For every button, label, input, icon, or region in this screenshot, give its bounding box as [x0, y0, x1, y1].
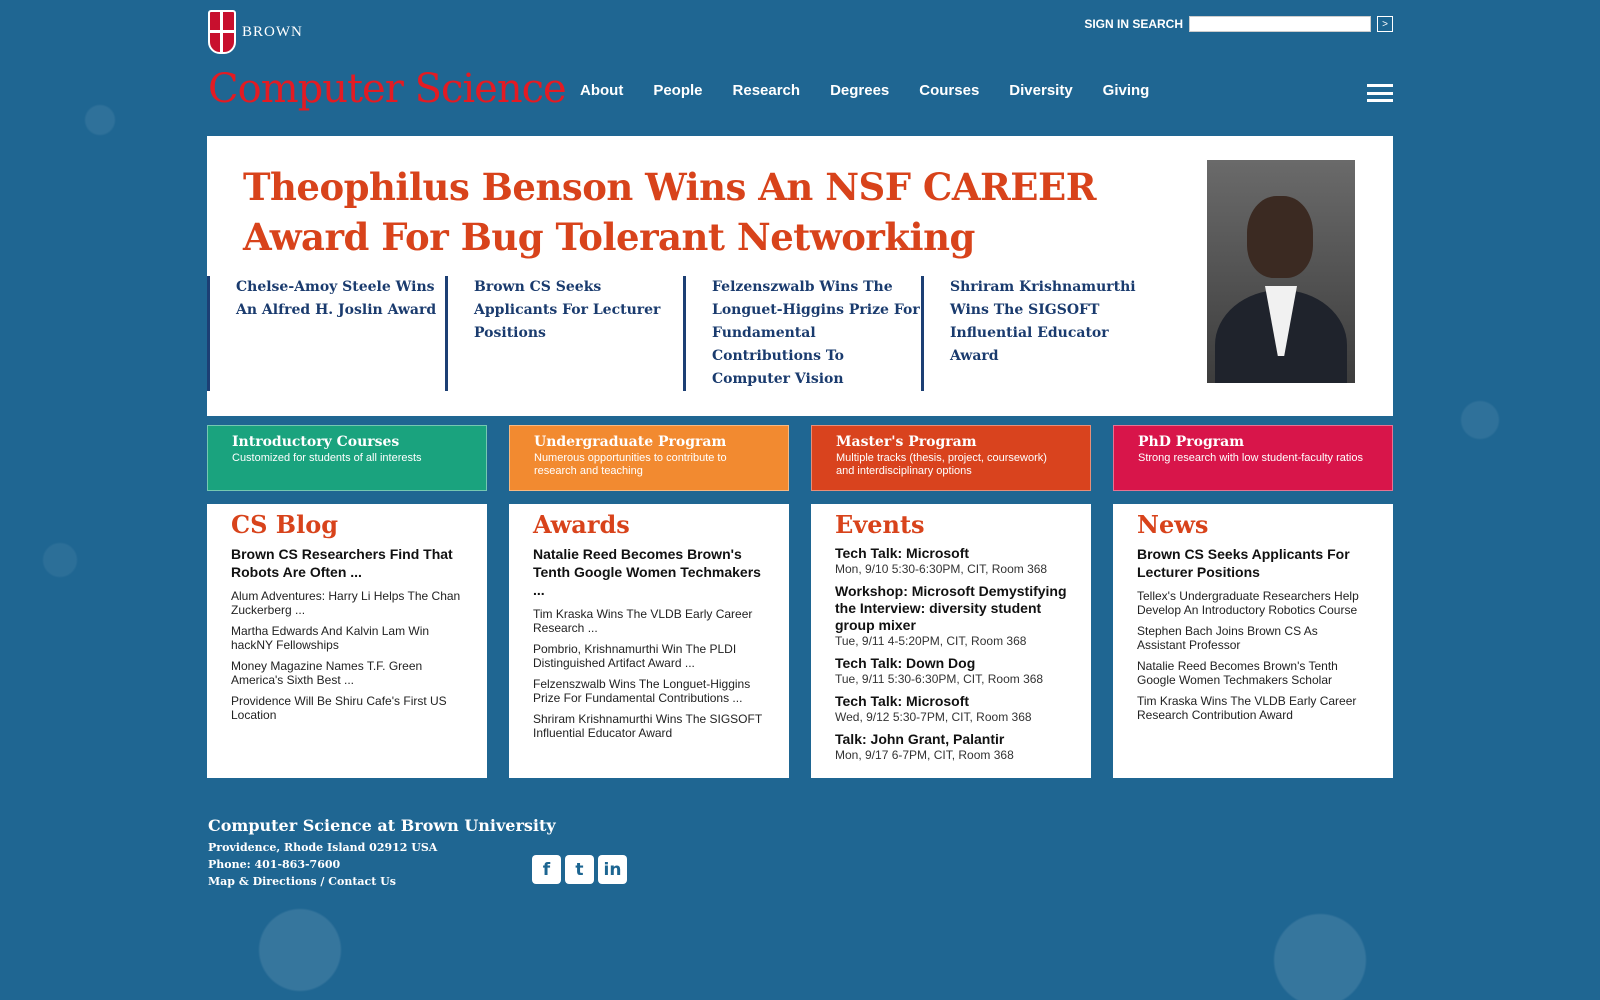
- tile-title: Master's Program: [836, 434, 977, 450]
- site-title[interactable]: Computer Science: [208, 66, 567, 112]
- content-cards: CS Blog Brown CS Researchers Find That R…: [207, 504, 1393, 778]
- hero-stories: Chelse-Amoy Steele Wins An Alfred H. Jos…: [207, 276, 1159, 391]
- brown-logo[interactable]: BROWN: [208, 10, 303, 54]
- awards-item-link[interactable]: Pombrio, Krishnamurthi Win The PLDI Dist…: [533, 642, 765, 670]
- footer-links[interactable]: Map & Directions / Contact Us: [208, 873, 556, 890]
- event-date: Tue, 9/11 4-5:20PM, CIT, Room 368: [835, 634, 1027, 648]
- footer-org-name: Computer Science at Brown University: [208, 816, 556, 835]
- nav-degrees[interactable]: Degrees: [830, 82, 889, 99]
- blog-card: CS Blog Brown CS Researchers Find That R…: [207, 504, 487, 778]
- brown-shield-icon: [208, 10, 236, 54]
- tile-masters-program[interactable]: Master's Program Multiple tracks (thesis…: [811, 425, 1091, 491]
- nav-research[interactable]: Research: [733, 82, 801, 99]
- footer: Computer Science at Brown University Pro…: [208, 816, 556, 890]
- story-link[interactable]: Brown CS Seeks Applicants For Lecturer P…: [445, 276, 683, 391]
- event-title-link[interactable]: Tech Talk: Microsoft: [835, 545, 1067, 562]
- linkedin-icon[interactable]: in: [598, 855, 627, 884]
- event-date: Mon, 9/17 6-7PM, CIT, Room 368: [835, 748, 1014, 762]
- awards-item-link[interactable]: Shriram Krishnamurthi Wins The SIGSOFT I…: [533, 712, 765, 740]
- facebook-icon[interactable]: f: [532, 855, 561, 884]
- awards-heading[interactable]: Awards: [533, 510, 765, 539]
- search-submit-button[interactable]: >: [1377, 16, 1393, 32]
- blog-item-link[interactable]: Martha Edwards And Kalvin Lam Win hackNY…: [231, 624, 463, 652]
- event-title-link[interactable]: Tech Talk: Microsoft: [835, 693, 1067, 710]
- awards-card: Awards Natalie Reed Becomes Brown's Tent…: [509, 504, 789, 778]
- nav-giving[interactable]: Giving: [1103, 82, 1150, 99]
- tile-desc: Multiple tracks (thesis, project, course…: [836, 452, 1047, 477]
- news-item-link[interactable]: Tim Kraska Wins The VLDB Early Career Re…: [1137, 694, 1369, 722]
- blog-lead-link[interactable]: Brown CS Researchers Find That Robots Ar…: [231, 545, 463, 581]
- nav-about[interactable]: About: [580, 82, 623, 99]
- tile-title: Undergraduate Program: [534, 434, 727, 450]
- event-title-link[interactable]: Workshop: Microsoft Demystifying the Int…: [835, 583, 1067, 634]
- blog-item-link[interactable]: Money Magazine Names T.F. Green America'…: [231, 659, 463, 687]
- awards-lead-link[interactable]: Natalie Reed Becomes Brown's Tenth Googl…: [533, 545, 765, 599]
- blog-heading[interactable]: CS Blog: [231, 510, 463, 539]
- blog-item-link[interactable]: Providence Will Be Shiru Cafe's First US…: [231, 694, 463, 722]
- news-lead-link[interactable]: Brown CS Seeks Applicants For Lecturer P…: [1137, 545, 1369, 581]
- nav-people[interactable]: People: [653, 82, 702, 99]
- event-date: Mon, 9/10 5:30-6:30PM, CIT, Room 368: [835, 562, 1048, 576]
- event-date: Wed, 9/12 5:30-7PM, CIT, Room 368: [835, 710, 1032, 724]
- blog-item-link[interactable]: Alum Adventures: Harry Li Helps The Chan…: [231, 589, 463, 617]
- utility-bar: SIGN IN SEARCH >: [1084, 16, 1393, 32]
- tile-desc: Customized for students of all interests: [232, 452, 422, 464]
- footer-address: Providence, Rhode Island 02912 USA: [208, 841, 438, 854]
- program-tiles: Introductory Courses Customized for stud…: [207, 425, 1393, 491]
- twitter-icon[interactable]: t: [565, 855, 594, 884]
- menu-hamburger-icon[interactable]: [1367, 84, 1393, 102]
- footer-phone[interactable]: Phone: 401-863-7600: [208, 856, 556, 873]
- search-input[interactable]: [1189, 16, 1371, 32]
- tile-phd-program[interactable]: PhD Program Strong research with low stu…: [1113, 425, 1393, 491]
- story-link[interactable]: Shriram Krishnamurthi Wins The SIGSOFT I…: [921, 276, 1159, 391]
- profile-photo[interactable]: [1207, 160, 1355, 383]
- news-item-link[interactable]: Natalie Reed Becomes Brown's Tenth Googl…: [1137, 659, 1369, 687]
- tile-title: Introductory Courses: [232, 434, 400, 450]
- story-link[interactable]: Felzenszwalb Wins The Longuet-Higgins Pr…: [683, 276, 921, 391]
- event-title-link[interactable]: Tech Talk: Down Dog: [835, 655, 1067, 672]
- social-links: f t in: [532, 855, 627, 884]
- tile-undergraduate-program[interactable]: Undergraduate Program Numerous opportuni…: [509, 425, 789, 491]
- sign-in-search-links[interactable]: SIGN IN SEARCH: [1084, 17, 1183, 31]
- news-heading[interactable]: News: [1137, 510, 1369, 539]
- events-card: Events Tech Talk: Microsoft Mon, 9/10 5:…: [811, 504, 1091, 778]
- awards-item-link[interactable]: Felzenszwalb Wins The Longuet-Higgins Pr…: [533, 677, 765, 705]
- awards-item-link[interactable]: Tim Kraska Wins The VLDB Early Career Re…: [533, 607, 765, 635]
- news-item-link[interactable]: Tellex's Undergraduate Researchers Help …: [1137, 589, 1369, 617]
- news-item-link[interactable]: Stephen Bach Joins Brown CS As Assistant…: [1137, 624, 1369, 652]
- nav-diversity[interactable]: Diversity: [1009, 82, 1072, 99]
- hero-panel: Theophilus Benson Wins An NSF CAREER Awa…: [207, 136, 1393, 416]
- tile-desc: Strong research with low student-faculty…: [1138, 452, 1363, 464]
- main-nav: About People Research Degrees Courses Di…: [580, 82, 1149, 99]
- news-card: News Brown CS Seeks Applicants For Lectu…: [1113, 504, 1393, 778]
- hero-headline[interactable]: Theophilus Benson Wins An NSF CAREER Awa…: [243, 162, 1183, 262]
- event-title-link[interactable]: Talk: John Grant, Palantir: [835, 731, 1067, 748]
- tile-title: PhD Program: [1138, 434, 1245, 450]
- brand-text: BROWN: [242, 23, 303, 40]
- event-date: Tue, 9/11 5:30-6:30PM, CIT, Room 368: [835, 672, 1044, 686]
- tile-desc: Numerous opportunities to contribute to …: [534, 452, 727, 477]
- nav-courses[interactable]: Courses: [919, 82, 979, 99]
- events-heading[interactable]: Events: [835, 510, 1067, 539]
- story-link[interactable]: Chelse-Amoy Steele Wins An Alfred H. Jos…: [207, 276, 445, 391]
- tile-introductory-courses[interactable]: Introductory Courses Customized for stud…: [207, 425, 487, 491]
